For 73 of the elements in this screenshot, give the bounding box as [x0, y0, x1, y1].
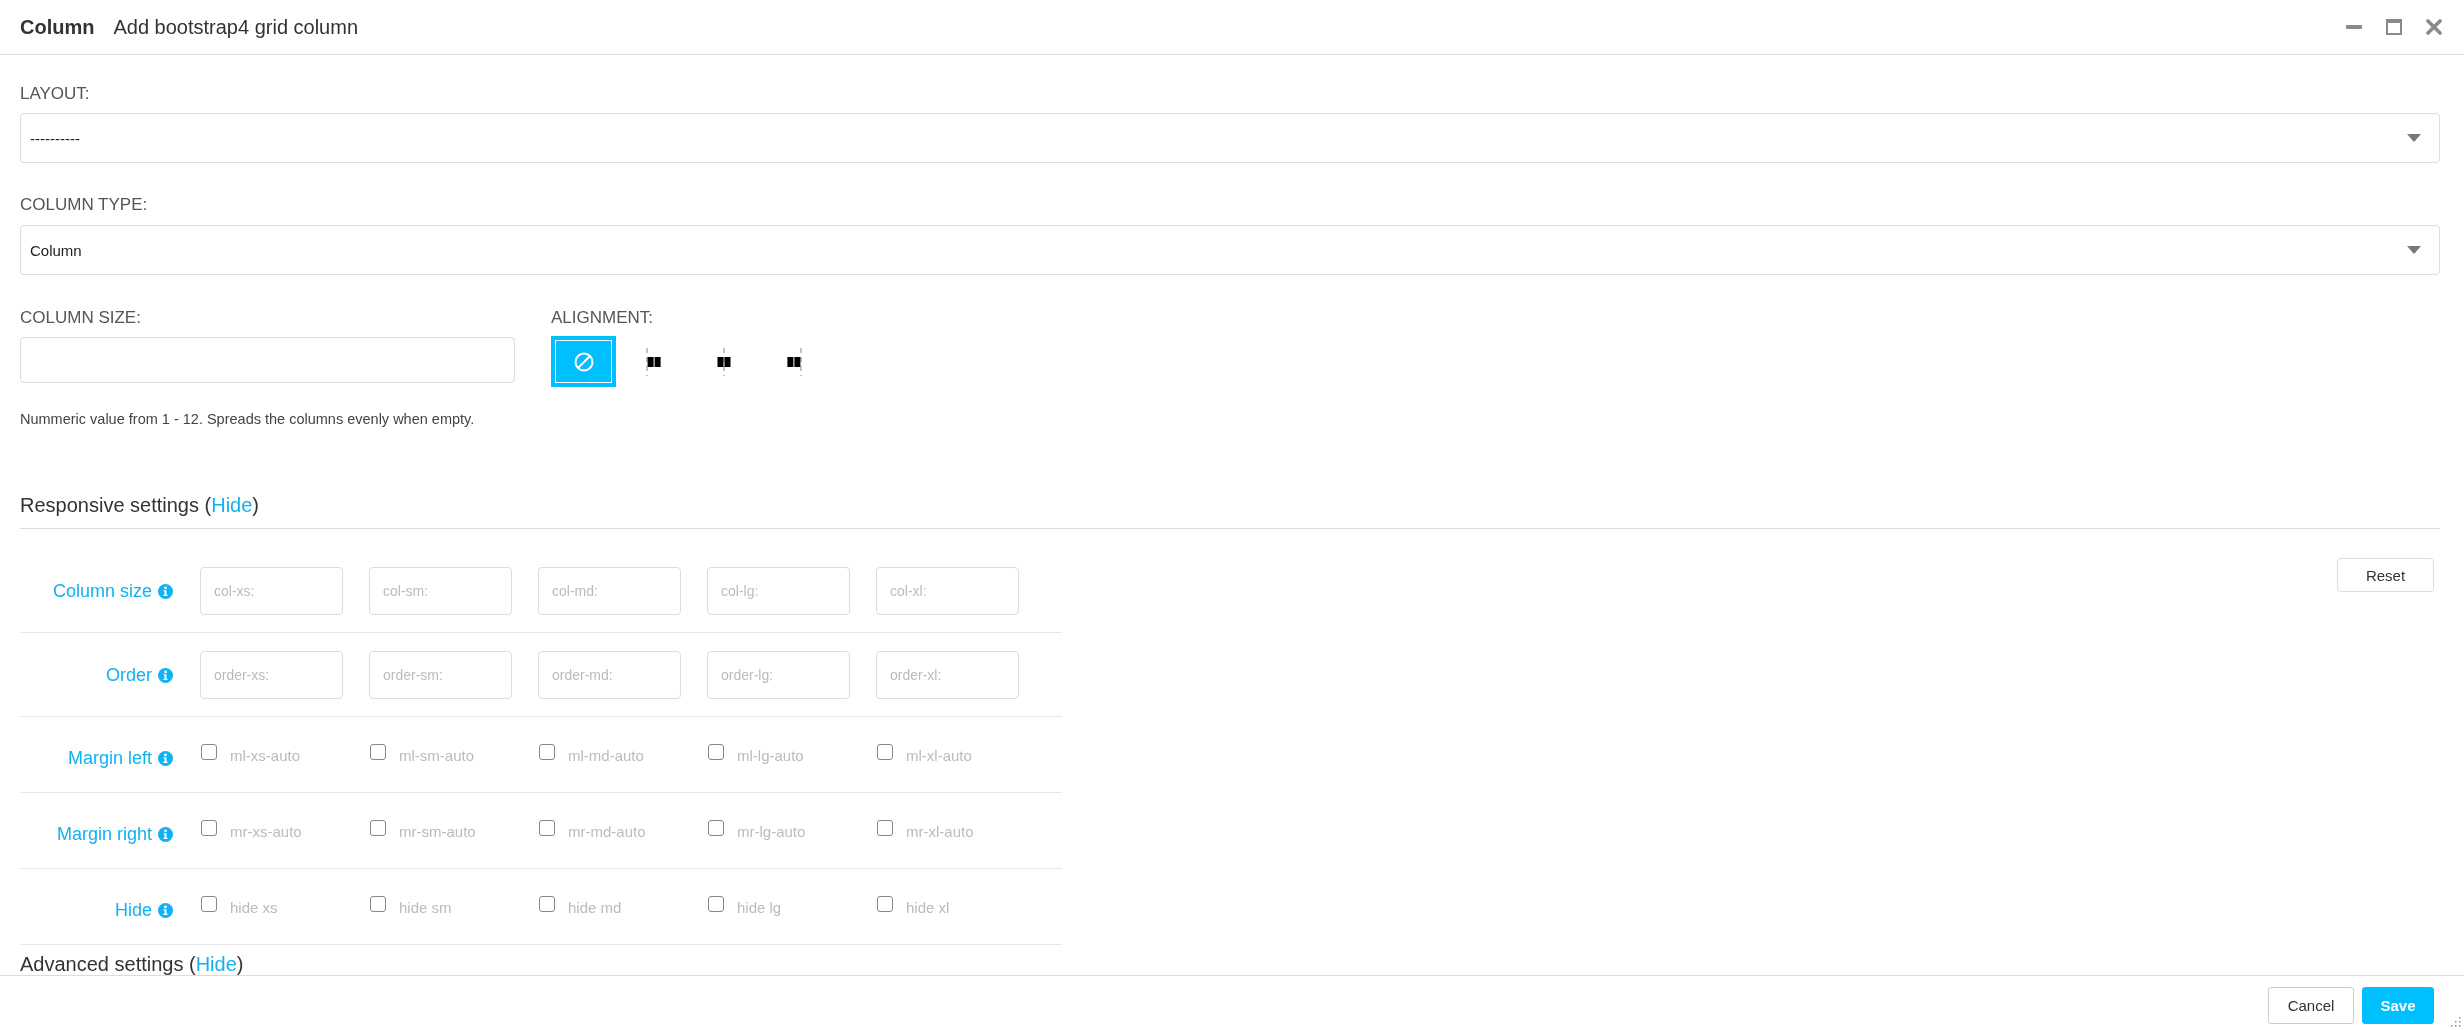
- checkbox[interactable]: [201, 896, 217, 912]
- row-label: Column size: [52, 580, 152, 602]
- checkbox[interactable]: [201, 820, 217, 836]
- input-field[interactable]: order-md:: [538, 651, 681, 699]
- input-field[interactable]: col-xs:: [200, 567, 343, 615]
- dialog-title: Column: [20, 15, 95, 39]
- section-heading: Advanced settings (Hide): [20, 952, 244, 975]
- row-label: Margin right: [56, 824, 152, 845]
- checkbox-label: mr-xs-auto: [230, 823, 302, 840]
- field-label: LAYOUT:: [20, 84, 91, 104]
- checkbox-label: ml-xl-auto: [906, 747, 972, 764]
- field-label: COLUMN TYPE:: [20, 195, 149, 215]
- reset-button[interactable]: Reset: [2337, 558, 2434, 592]
- input-field[interactable]: col-md:: [538, 567, 681, 615]
- checkbox[interactable]: [877, 820, 893, 836]
- maximize-icon[interactable]: [2386, 19, 2402, 35]
- info-icon[interactable]: [158, 583, 173, 599]
- dropdown[interactable]: ----------: [20, 113, 2440, 163]
- checkbox-label: hide xl: [906, 899, 950, 916]
- input-field[interactable]: order-sm:: [369, 651, 512, 699]
- circle-slash-icon: [573, 351, 594, 372]
- row-label: Order: [106, 664, 152, 686]
- help-text: Nummeric value from 1 - 12. Spreads the columns evenly when empty.: [20, 410, 476, 429]
- input-field[interactable]: col-sm:: [369, 567, 512, 615]
- info-icon[interactable]: [158, 903, 173, 918]
- info-icon[interactable]: [158, 827, 173, 842]
- resize-grip-icon[interactable]: [2449, 1015, 2461, 1027]
- row-label: Margin left: [67, 748, 152, 769]
- align-left-icon: [645, 347, 662, 376]
- checkbox[interactable]: [539, 820, 555, 836]
- info-icon[interactable]: [158, 751, 173, 766]
- checkbox-label: hide lg: [737, 899, 782, 916]
- checkbox-label: ml-xs-auto: [230, 747, 300, 764]
- checkbox-label: mr-lg-auto: [737, 823, 806, 840]
- section-heading: Responsive settings (Hide): [20, 493, 259, 518]
- checkbox-label: ml-md-auto: [568, 747, 644, 764]
- checkbox-label: mr-xl-auto: [906, 823, 974, 840]
- checkbox[interactable]: [201, 744, 217, 760]
- checkbox[interactable]: [370, 896, 386, 912]
- checkbox[interactable]: [539, 744, 555, 760]
- checkbox-label: hide md: [568, 899, 622, 916]
- checkbox-label: hide sm: [399, 899, 452, 916]
- align-center-icon: [715, 347, 732, 376]
- cancel-button[interactable]: Cancel: [2268, 986, 2354, 1024]
- input-field[interactable]: col-lg:: [707, 567, 850, 615]
- checkbox-label: ml-sm-auto: [399, 747, 474, 764]
- checkbox[interactable]: [370, 744, 386, 760]
- row-label: Hide: [114, 900, 152, 921]
- input-field[interactable]: col-xl:: [876, 567, 1019, 615]
- field-label: ALIGNMENT:: [551, 308, 655, 328]
- checkbox[interactable]: [877, 744, 893, 760]
- dropdown[interactable]: Column: [20, 225, 2440, 275]
- checkbox-label: hide xs: [230, 899, 278, 916]
- input-field[interactable]: order-xl:: [876, 651, 1019, 699]
- checkbox[interactable]: [539, 896, 555, 912]
- close-icon[interactable]: [2426, 19, 2442, 35]
- input-field[interactable]: order-xs:: [200, 651, 343, 699]
- checkbox-label: mr-sm-auto: [399, 823, 476, 840]
- checkbox[interactable]: [877, 896, 893, 912]
- checkbox[interactable]: [708, 820, 724, 836]
- caret-icon: [2407, 134, 2421, 142]
- checkbox[interactable]: [370, 820, 386, 836]
- caret-icon: [2407, 246, 2421, 254]
- input-field[interactable]: [20, 337, 515, 383]
- info-icon[interactable]: [158, 667, 173, 683]
- checkbox-label: ml-lg-auto: [737, 747, 804, 764]
- checkbox-label: mr-md-auto: [568, 823, 646, 840]
- checkbox[interactable]: [708, 896, 724, 912]
- field-label: COLUMN SIZE:: [20, 308, 142, 328]
- dialog-subtitle: Add bootstrap4 grid column: [113, 15, 359, 39]
- align-right-icon: [785, 347, 802, 376]
- checkbox[interactable]: [708, 744, 724, 760]
- input-field[interactable]: order-lg:: [707, 651, 850, 699]
